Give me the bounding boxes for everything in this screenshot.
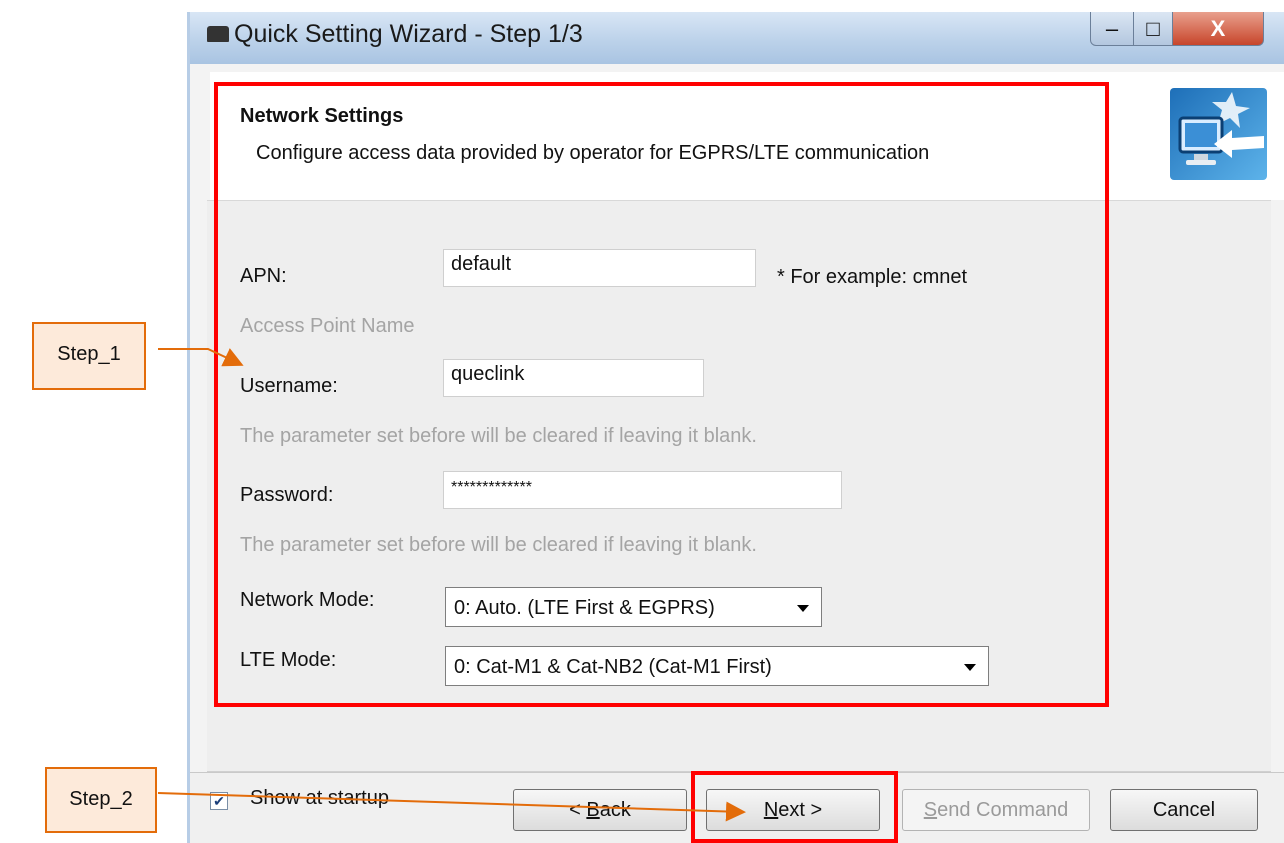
window-title: Quick Setting Wizard - Step 1/3 (234, 20, 583, 48)
step-2-callout: Step_2 (45, 767, 157, 833)
show-at-startup-checkbox[interactable]: ✔ (210, 792, 228, 810)
step-1-callout: Step_1 (32, 322, 146, 390)
minimize-button[interactable]: – (1090, 12, 1134, 46)
title-bar: Quick Setting Wizard - Step 1/3 – □ X (190, 12, 1284, 64)
close-button[interactable]: X (1172, 12, 1264, 46)
network-settings-highlight (214, 82, 1109, 707)
app-icon (207, 26, 229, 42)
send-command-button[interactable]: Send Command (902, 789, 1090, 831)
back-button-label: ack (599, 799, 631, 821)
wizard-monitor-icon (1170, 88, 1267, 180)
show-at-startup-label: Show at startup (250, 787, 389, 809)
next-button-highlight (691, 771, 898, 843)
back-button[interactable]: < Back (513, 789, 687, 831)
back-button-prefix: < (569, 799, 587, 821)
close-icon: X (1210, 15, 1226, 41)
maximize-button[interactable]: □ (1133, 12, 1173, 46)
send-command-hotkey: S (923, 799, 938, 821)
back-button-hotkey: B (586, 799, 600, 821)
maximize-icon: □ (1146, 15, 1160, 41)
send-command-label: end Command (937, 799, 1069, 821)
minimize-icon: – (1105, 15, 1119, 41)
cancel-button[interactable]: Cancel (1110, 789, 1258, 831)
